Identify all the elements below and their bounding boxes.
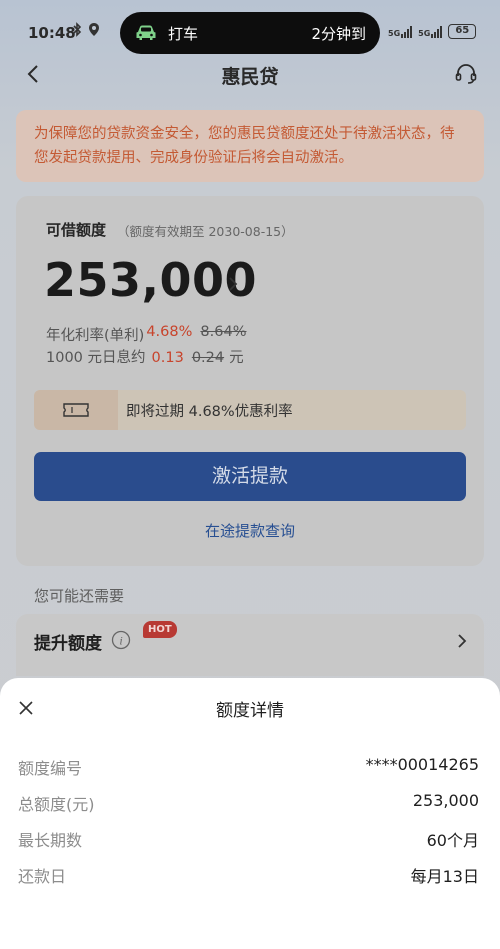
rate-current: 4.68% [146,324,193,340]
page-title: 惠民贷 [221,66,279,88]
activate-withdraw-button[interactable]: 激活提款 [34,452,466,501]
interest-unit: 元 [229,350,244,366]
coupon-text: 即将过期 4.68%优惠利率 [126,403,293,420]
detail-value-total: 253,000 [412,791,479,810]
available-credit-label: 可借额度 [46,221,107,239]
svg-text:i: i [119,634,122,648]
detail-value-term: 60个月 [426,831,479,850]
detail-label-term: 最长期数 [18,831,83,850]
coupon-banner[interactable]: 即将过期 4.68%优惠利率 [34,390,466,430]
battery-icon: 65 [448,24,477,39]
activation-notice: 为保障您的贷款资金安全，您的惠民贷额度还处于待激活状态，待您发起贷款提用、完成身… [16,110,484,182]
detail-value-repay-day: 每月13日 [410,867,479,886]
detail-label-total: 总额度(元) [18,795,95,814]
sheet-title: 额度详情 [216,701,284,721]
car-icon [136,25,156,40]
interest-original: 0.24 [191,350,225,366]
interest-prefix: 1000 元日息约 [46,350,146,366]
status-right-icons: 5G 5G 65 [388,24,477,39]
island-app-label: 打车 [168,24,199,43]
bluetooth-icon [73,22,82,37]
signal-1: 5G [388,25,413,38]
headset-icon[interactable] [454,62,478,86]
detail-label-id: 额度编号 [18,759,83,778]
ticket-icon [63,403,89,417]
detail-value-id: ****00014265 [365,755,479,774]
hot-badge: HOT [143,621,177,638]
location-icon [89,23,99,36]
detail-label-repay-day: 还款日 [18,867,67,886]
interest-rate-line: 年化利率(单利) 4.68% 8.64% [46,324,246,345]
island-status-label: 2分钟到 [311,24,366,43]
status-time: 10:48 [28,24,76,42]
credit-validity: （额度有效期至 2030-08-15） [117,224,294,239]
network-type-2: 5G [418,28,431,38]
network-type-1: 5G [388,28,401,38]
signal-2: 5G [418,25,443,38]
signal-bars-icon [401,25,413,38]
coupon-icon-box [34,390,118,430]
info-icon[interactable]: i [111,630,131,650]
chevron-right-icon[interactable] [226,274,240,294]
in-transit-query-link[interactable]: 在途提款查询 [0,520,500,541]
interest-current: 0.13 [151,350,184,366]
dynamic-island[interactable]: 打车 2分钟到 [120,12,380,54]
rate-original: 8.64% [200,324,247,340]
credit-card [16,196,484,566]
rate-label: 年化利率(单利) [46,328,145,344]
status-left-icons [72,22,100,37]
section-label: 您可能还需要 [34,587,125,605]
raise-limit-label[interactable]: 提升额度 [34,629,102,654]
chevron-right-icon[interactable] [455,631,469,651]
back-arrow-icon[interactable] [22,62,46,86]
daily-interest-line: 1000 元日息约 0.13 0.24 元 [46,346,244,367]
signal-bars-icon [431,25,443,38]
